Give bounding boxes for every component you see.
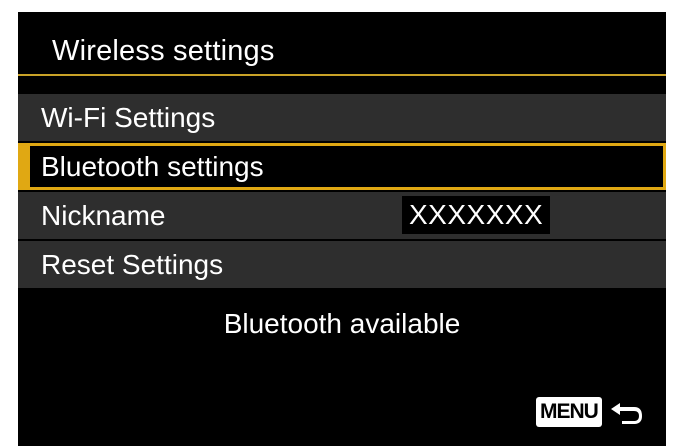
return-arrow-icon <box>608 397 646 427</box>
menu-item-label: Wi-Fi Settings <box>41 102 216 133</box>
menu-key-label: MENU <box>536 397 602 427</box>
menu-item-reset-settings[interactable]: Reset Settings <box>18 241 666 288</box>
menu-item-bluetooth-settings[interactable]: Bluetooth settings <box>18 143 666 190</box>
menu-return-button[interactable]: MENU <box>536 395 646 429</box>
camera-screen: Wireless settings Wi-Fi Settings Bluetoo… <box>18 12 666 446</box>
page-title: Wireless settings <box>52 35 275 67</box>
menu-item-nickname[interactable]: Nickname XXXXXXX <box>18 192 666 239</box>
menu-item-label: Bluetooth settings <box>41 151 264 182</box>
menu-item-label: Reset Settings <box>41 249 224 280</box>
settings-menu: Wi-Fi Settings Bluetooth settings Nickna… <box>18 94 666 290</box>
nickname-value: XXXXXXX <box>402 196 551 234</box>
page: Wireless settings Wi-Fi Settings Bluetoo… <box>0 0 677 448</box>
menu-item-wifi-settings[interactable]: Wi-Fi Settings <box>18 94 666 141</box>
bluetooth-status: Bluetooth available <box>223 308 461 339</box>
menu-item-label: Nickname <box>41 200 166 231</box>
screen-header: Wireless settings <box>18 12 666 76</box>
